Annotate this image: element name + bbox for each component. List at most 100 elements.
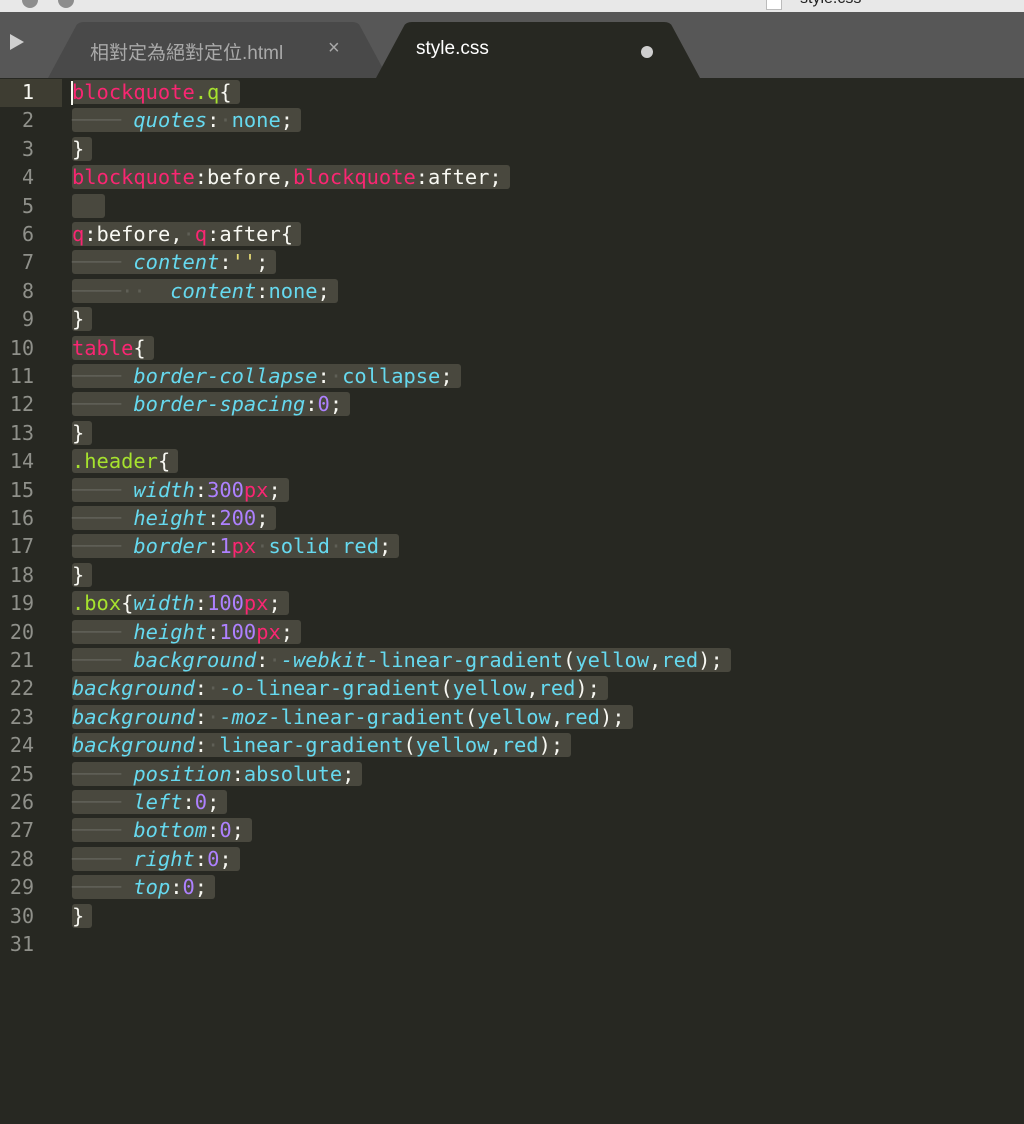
line-number: 24 xyxy=(9,733,34,758)
code-token: linear-gradient xyxy=(378,648,564,672)
code-line[interactable]: 29 ──── top:0; xyxy=(0,873,1024,901)
sidebar-toggle-icon[interactable] xyxy=(10,34,24,50)
line-number: 8 xyxy=(21,278,34,303)
line-code: ──── right:0; xyxy=(72,845,240,873)
code-line[interactable]: 3} xyxy=(0,135,1024,163)
code-token: ; xyxy=(378,534,392,559)
code-token: : xyxy=(182,790,195,814)
code-token: · xyxy=(268,648,281,672)
code-token: .header xyxy=(72,449,158,474)
code-token: · xyxy=(329,534,343,559)
code-token: absolute xyxy=(243,761,343,786)
code-token: '' xyxy=(231,250,257,275)
code-token: , xyxy=(489,733,502,758)
code-line[interactable]: 16 ──── height:200; xyxy=(0,504,1024,532)
code-token: ; xyxy=(280,108,294,133)
code-token: table xyxy=(72,335,134,360)
code-token: background xyxy=(72,704,195,729)
code-token: ; xyxy=(256,250,269,275)
selection-highlight: } xyxy=(72,136,93,161)
code-token: : xyxy=(194,477,208,502)
code-line[interactable]: 11 ──── border-collapse:·collapse; xyxy=(0,362,1024,390)
line-number: 18 xyxy=(9,562,34,587)
code-line[interactable]: 25 ──── position:absolute; xyxy=(0,760,1024,788)
code-token: -moz- xyxy=(219,704,281,729)
minimize-window-icon[interactable] xyxy=(58,0,74,8)
close-tab-icon[interactable]: × xyxy=(328,37,340,60)
code-line[interactable]: 7 ──── content:''; xyxy=(0,248,1024,276)
code-line[interactable]: 17 ──── border:1px·solid·red; xyxy=(0,532,1024,560)
code-token: : xyxy=(194,846,208,871)
code-line[interactable]: 9} xyxy=(0,305,1024,333)
code-line[interactable]: 13} xyxy=(0,419,1024,447)
code-line[interactable]: 10 table{ xyxy=(0,334,1024,362)
selection-highlight: } xyxy=(72,562,93,587)
line-code: .box{width:100px; xyxy=(72,589,289,617)
code-token: } xyxy=(72,903,85,928)
code-token: px xyxy=(231,534,257,559)
code-token: px xyxy=(243,477,269,502)
code-line[interactable]: 8 ────·· content:none; xyxy=(0,277,1024,305)
code-token: .q xyxy=(194,80,220,104)
code-line[interactable]: 19 .box{width:100px; xyxy=(0,589,1024,617)
code-token: ); xyxy=(575,676,600,701)
code-line[interactable]: 23 background:·-moz-linear-gradient(yello… xyxy=(0,703,1024,731)
code-token: red xyxy=(563,704,600,729)
close-window-icon[interactable] xyxy=(22,0,38,8)
code-token: :after{ xyxy=(207,222,293,246)
selection-highlight: ──── top:0; xyxy=(72,875,216,900)
code-line[interactable]: 12 ──── border-spacing:0; xyxy=(0,390,1024,418)
code-token: : xyxy=(194,676,208,701)
code-token: ; xyxy=(231,818,244,843)
code-line[interactable]: 24 background:·linear-gradient(yellow,red… xyxy=(0,731,1024,759)
code-line[interactable]: 30} xyxy=(0,902,1024,930)
code-token: ; xyxy=(268,477,281,502)
code-line[interactable]: 28 ──── right:0; xyxy=(0,845,1024,873)
code-token: linear-gradient xyxy=(256,676,441,701)
code-token: ; xyxy=(194,875,208,900)
tab-style-css[interactable]: style.css xyxy=(376,22,700,78)
code-token: : xyxy=(194,704,208,729)
code-token: border-collapse xyxy=(133,364,318,388)
line-code: table{ xyxy=(72,334,154,362)
code-line[interactable]: 21 ──── background:·-webkit-linear-gradie… xyxy=(0,646,1024,674)
code-token: content xyxy=(133,250,220,275)
code-line[interactable]: 2 ──── quotes:·none; xyxy=(0,106,1024,134)
code-line[interactable]: 4 blockquote:before,blockquote:after; xyxy=(0,163,1024,191)
code-token: : xyxy=(194,591,208,616)
code-line[interactable]: 22 background:·-o-linear-gradient(yellow,… xyxy=(0,674,1024,702)
code-line[interactable]: 6 q:before,·q:after{ xyxy=(0,220,1024,248)
line-code: ────·· content:none; xyxy=(72,277,338,305)
line-number: 14 xyxy=(9,449,34,474)
code-line[interactable]: 15 ──── width:300px; xyxy=(0,476,1024,504)
line-code: ──── left:0; xyxy=(72,788,228,816)
code-line[interactable]: 31 xyxy=(0,930,1024,958)
code-token: none xyxy=(231,108,281,133)
selection-highlight: ──── quotes:·none; xyxy=(72,108,302,133)
tab-html-file[interactable]: 相對定為絕對定位.html × xyxy=(48,22,388,78)
code-token: :before, xyxy=(194,165,293,190)
code-line[interactable]: 14 .header{ xyxy=(0,447,1024,475)
line-number: 29 xyxy=(9,875,34,900)
code-line[interactable]: 27 ──── bottom:0; xyxy=(0,816,1024,844)
code-token: : xyxy=(219,250,232,275)
code-token: ( xyxy=(440,676,453,701)
code-editor[interactable]: 1 blockquote.q{2 ──── quotes:·none; 3} 4 bloc… xyxy=(0,78,1024,1124)
code-token: ; xyxy=(268,591,281,616)
selection-highlight: ──── height:100px; xyxy=(72,619,302,644)
code-token: · xyxy=(207,704,220,729)
code-token: { xyxy=(121,591,134,616)
line-code: background:·-moz-linear-gradient(yellow,… xyxy=(72,703,633,731)
line-code: ──── width:300px; xyxy=(72,476,289,504)
code-line[interactable]: 26 ──── left:0; xyxy=(0,788,1024,816)
selection-highlight: ──── left:0; xyxy=(72,790,228,814)
code-line[interactable]: 18} xyxy=(0,561,1024,589)
selection-highlight: blockquote.q{ xyxy=(72,80,240,104)
code-line[interactable]: 20 ──── height:100px; xyxy=(0,618,1024,646)
code-line[interactable]: 1 blockquote.q{ xyxy=(0,78,1024,106)
code-line[interactable]: 5 xyxy=(0,192,1024,220)
code-token: linear-gradient xyxy=(219,733,404,758)
code-token: none xyxy=(268,278,318,303)
unsaved-indicator-icon[interactable] xyxy=(641,46,653,58)
